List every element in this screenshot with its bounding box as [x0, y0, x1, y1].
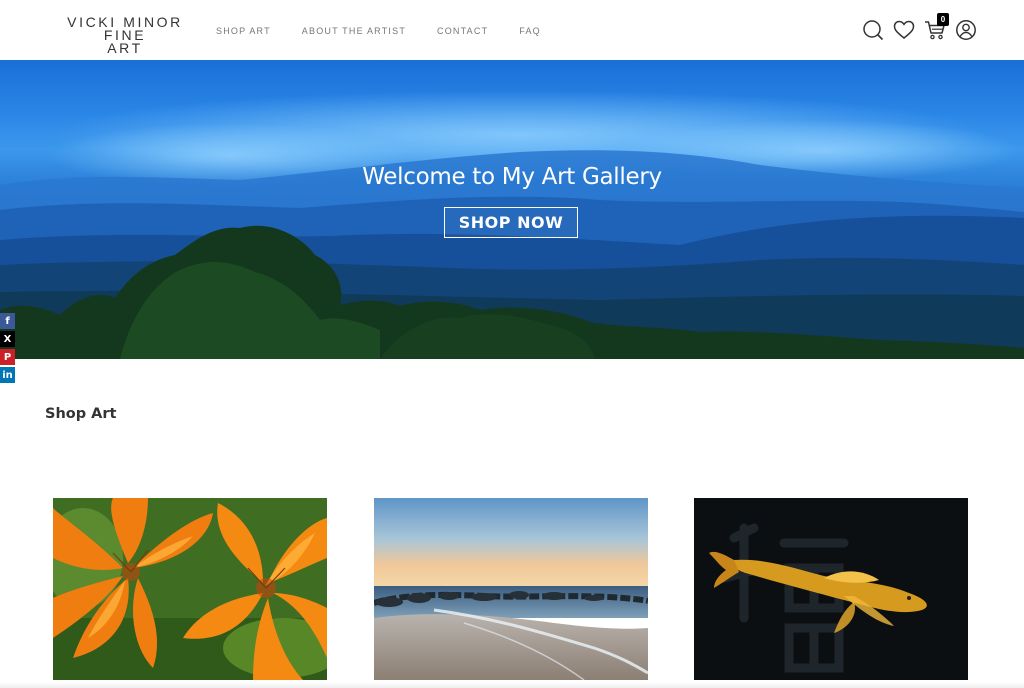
header-icons: 0	[854, 13, 978, 42]
search-icon[interactable]	[861, 18, 885, 42]
page-scroll-fade	[0, 682, 1024, 688]
facebook-icon[interactable]: f	[0, 313, 15, 329]
logo-line-2: ART	[107, 40, 143, 56]
shop-now-button[interactable]: SHOP NOW	[444, 207, 578, 238]
heart-icon[interactable]	[892, 18, 916, 42]
hero-title: Welcome to My Art Gallery	[362, 164, 662, 190]
account-icon[interactable]	[954, 18, 978, 42]
nav-contact[interactable]: CONTACT	[437, 26, 488, 36]
nav-shop-art[interactable]: SHOP ART	[216, 26, 271, 36]
site-logo[interactable]: VICKI MINOR FINE ART	[45, 14, 205, 56]
logo-line-1: VICKI MINOR FINE	[67, 14, 183, 43]
nav-about-the-artist[interactable]: ABOUT THE ARTIST	[302, 26, 406, 36]
site-header: VICKI MINOR FINE ART SHOP ART ABOUT THE …	[0, 0, 1024, 60]
product-card-orange-lilies[interactable]	[53, 498, 327, 680]
beach-sunset-image	[374, 498, 648, 680]
nav-faq[interactable]: FAQ	[519, 26, 541, 36]
pinterest-icon[interactable]: P	[0, 349, 15, 365]
main-nav: SHOP ART ABOUT THE ARTIST CONTACT FAQ	[216, 26, 572, 36]
orange-lilies-image	[53, 498, 327, 680]
cart-count-badge: 0	[937, 13, 949, 26]
linkedin-icon[interactable]: in	[0, 367, 15, 383]
x-icon[interactable]: X	[0, 331, 15, 347]
hero-banner: Welcome to My Art Gallery SHOP NOW	[0, 60, 1024, 359]
cart-icon[interactable]: 0	[923, 13, 949, 42]
product-card-golden-koi[interactable]	[694, 498, 968, 680]
shop-art-heading: Shop Art	[45, 406, 117, 422]
product-card-beach-sunset[interactable]	[374, 498, 648, 680]
social-share-bar: f X P in	[0, 313, 15, 385]
golden-koi-image	[694, 498, 968, 680]
